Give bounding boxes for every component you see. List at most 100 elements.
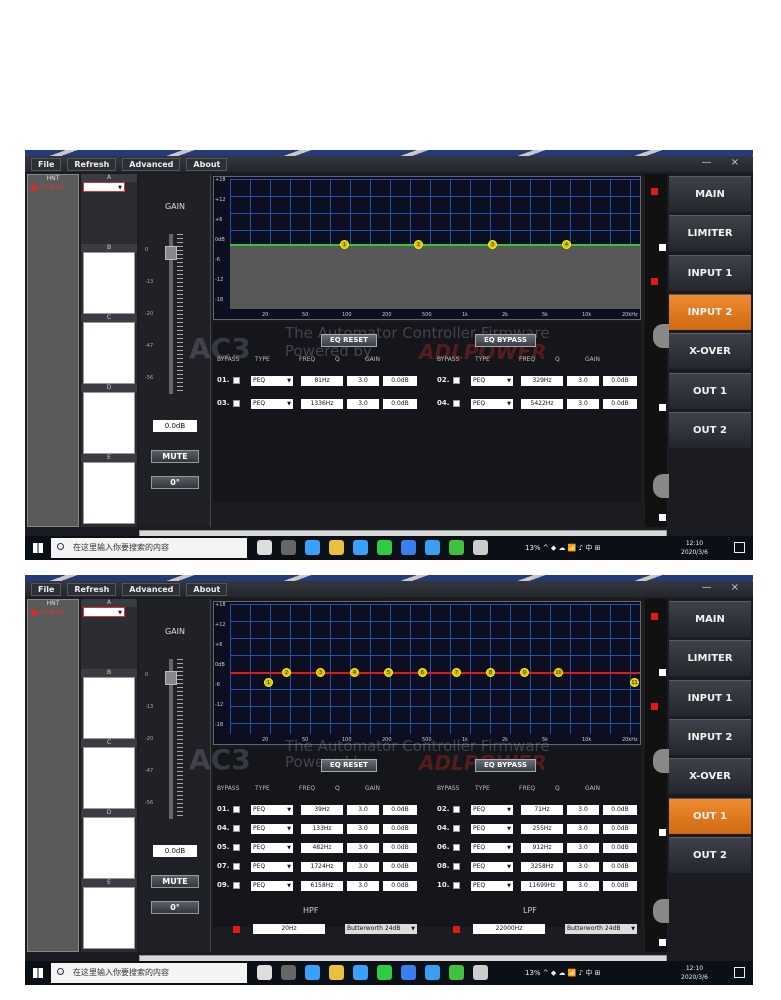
taskbar-app-icon[interactable] (257, 540, 272, 555)
eq-band-type-select[interactable]: PEQ (251, 824, 293, 834)
taskbar-app-icon[interactable] (377, 540, 392, 555)
preset-slot-d[interactable] (83, 392, 135, 454)
strip-knob-2[interactable] (653, 899, 669, 923)
taskbar-app-icon[interactable] (449, 540, 464, 555)
eq-band-bypass-checkbox[interactable] (233, 863, 240, 870)
menu-item-file[interactable]: File (31, 583, 62, 596)
nav-x-over[interactable]: X-OVER (669, 333, 751, 370)
preset-slot-b[interactable] (83, 677, 135, 739)
nav-input-2[interactable]: INPUT 2 (669, 293, 751, 330)
nav-main[interactable]: MAIN (669, 601, 751, 637)
system-tray[interactable]: 13% ^ ◆ ☁ 📶 ♪ 中 ⊞ (525, 543, 600, 553)
strip-toggle-1[interactable] (651, 613, 658, 620)
eq-band-freq-input[interactable]: 1336Hz (301, 399, 343, 409)
eq-band-marker[interactable]: 3 (488, 240, 497, 249)
nav-input-2[interactable]: INPUT 2 (669, 718, 751, 755)
taskbar-clock[interactable]: 12:10 2020/3/6 (681, 964, 708, 982)
strip-toggle-2[interactable] (651, 703, 658, 710)
taskbar-app-icon[interactable] (473, 965, 488, 980)
eq-band-type-select[interactable]: PEQ (471, 376, 513, 386)
nav-main[interactable]: MAIN (669, 176, 751, 212)
gain-slider-handle[interactable] (165, 671, 177, 685)
eq-band-marker[interactable]: 6 (418, 668, 427, 677)
eq-band-gain-input[interactable]: 0.0dB (383, 376, 417, 386)
notification-icon[interactable] (734, 967, 745, 978)
preset-slot-d[interactable] (83, 817, 135, 879)
device-item[interactable]: 01.AFD1 (31, 609, 75, 616)
eq-band-marker[interactable]: 2 (414, 240, 423, 249)
eq-band-q-input[interactable]: 3.0 (347, 881, 379, 891)
strip-knob-1[interactable] (653, 324, 669, 348)
nav-limiter[interactable]: LIMITER (669, 640, 751, 677)
gain-slider-handle[interactable] (165, 246, 177, 260)
eq-band-marker[interactable]: 8 (486, 668, 495, 677)
gain-value[interactable]: 0.0dB (153, 420, 197, 432)
eq-band-bypass-checkbox[interactable] (233, 844, 240, 851)
eq-band-bypass-checkbox[interactable] (453, 844, 460, 851)
eq-band-freq-input[interactable]: 482Hz (301, 843, 343, 853)
taskbar-app-icon[interactable] (377, 965, 392, 980)
eq-band-gain-input[interactable]: 0.0dB (603, 881, 637, 891)
strip-check-1[interactable] (659, 244, 666, 251)
eq-band-freq-input[interactable]: 133Hz (301, 824, 343, 834)
taskbar-app-icon[interactable] (329, 965, 344, 980)
eq-band-type-select[interactable]: PEQ (471, 399, 513, 409)
mute-button[interactable]: MUTE (151, 450, 199, 463)
eq-band-marker[interactable]: 11 (630, 678, 639, 687)
eq-band-freq-input[interactable]: 39Hz (301, 805, 343, 815)
taskbar-app-icon[interactable] (473, 540, 488, 555)
eq-band-marker[interactable]: 4 (562, 240, 571, 249)
preset-slot-b[interactable] (83, 252, 135, 314)
strip-check-3[interactable] (659, 939, 666, 946)
taskbar-app-icon[interactable] (425, 965, 440, 980)
eq-band-type-select[interactable]: PEQ (251, 399, 293, 409)
preset-slot-e[interactable] (83, 887, 135, 949)
menu-item-advanced[interactable]: Advanced (122, 583, 181, 596)
eq-band-bypass-checkbox[interactable] (233, 806, 240, 813)
eq-band-type-select[interactable]: PEQ (471, 824, 513, 834)
eq-band-gain-input[interactable]: 0.0dB (383, 399, 417, 409)
mute-button[interactable]: MUTE (151, 875, 199, 888)
nav-input-1[interactable]: INPUT 1 (669, 254, 751, 291)
eq-band-gain-input[interactable]: 0.0dB (383, 843, 417, 853)
eq-band-type-select[interactable]: PEQ (471, 805, 513, 815)
eq-band-q-input[interactable]: 3.0 (567, 399, 599, 409)
eq-band-type-select[interactable]: PEQ (251, 843, 293, 853)
taskbar-app-icon[interactable] (425, 540, 440, 555)
menu-item-about[interactable]: About (186, 583, 228, 596)
eq-band-freq-input[interactable]: 3258Hz (521, 862, 563, 872)
strip-knob-2[interactable] (653, 474, 669, 498)
eq-band-q-input[interactable]: 3.0 (567, 824, 599, 834)
preset-slot-a[interactable] (83, 607, 125, 618)
eq-band-gain-input[interactable]: 0.0dB (603, 843, 637, 853)
taskbar-app-icon[interactable] (353, 540, 368, 555)
menu-item-advanced[interactable]: Advanced (122, 158, 181, 171)
nav-input-1[interactable]: INPUT 1 (669, 679, 751, 716)
hpf-type-select[interactable]: Butterworth 24dB (345, 924, 417, 934)
eq-band-marker[interactable]: 1 (264, 678, 273, 687)
eq-band-bypass-checkbox[interactable] (453, 863, 460, 870)
eq-band-gain-input[interactable]: 0.0dB (603, 399, 637, 409)
menu-item-refresh[interactable]: Refresh (67, 583, 117, 596)
eq-bypass-button[interactable]: EQ BYPASS (475, 334, 536, 347)
eq-band-marker[interactable]: 1 (340, 240, 349, 249)
nav-limiter[interactable]: LIMITER (669, 215, 751, 252)
eq-band-gain-input[interactable]: 0.0dB (603, 805, 637, 815)
eq-band-bypass-checkbox[interactable] (233, 377, 240, 384)
eq-band-q-input[interactable]: 3.0 (347, 862, 379, 872)
eq-band-q-input[interactable]: 3.0 (567, 805, 599, 815)
strip-check-2[interactable] (659, 404, 666, 411)
eq-band-marker[interactable]: 3 (316, 668, 325, 677)
gain-value[interactable]: 0.0dB (153, 845, 197, 857)
eq-band-freq-input[interactable]: 81Hz (301, 376, 343, 386)
taskbar-app-icon[interactable] (257, 965, 272, 980)
eq-band-freq-input[interactable]: 912Hz (521, 843, 563, 853)
eq-band-q-input[interactable]: 3.0 (347, 805, 379, 815)
taskbar-app-icon[interactable] (305, 540, 320, 555)
nav-out-1[interactable]: OUT 1 (669, 797, 751, 834)
taskbar-search-input[interactable]: 在这里输入你要搜索的内容 (51, 963, 247, 983)
windows-start-icon[interactable] (33, 543, 43, 553)
strip-check-3[interactable] (659, 514, 666, 521)
phase-button[interactable]: 0° (151, 476, 199, 489)
eq-band-freq-input[interactable]: 11699Hz (521, 881, 563, 891)
